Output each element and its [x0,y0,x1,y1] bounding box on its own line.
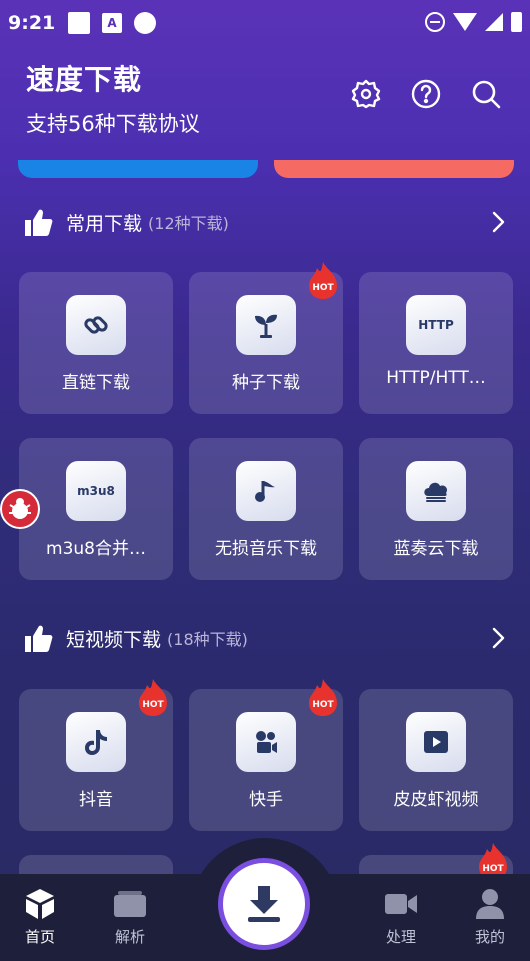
http-icon: HTTP [406,295,466,355]
video-camera-icon [381,886,421,922]
user-icon [470,886,510,922]
wifi-icon [453,13,477,31]
card-label: 抖音 [79,790,113,810]
card-label: 无损音乐下载 [215,539,317,559]
hot-badge-icon: HOT [309,679,337,716]
card-label: 快手 [249,790,283,810]
card-label: 蓝奏云下载 [393,539,479,559]
sprout-icon [236,295,296,355]
cube-icon [20,886,60,922]
card-kuaishou[interactable]: 快手 HOT [189,679,343,831]
m3u8-icon: m3u8 [66,461,126,521]
banner-blue[interactable] [18,160,258,178]
status-time: 9:21 [8,12,56,34]
chevron-right-icon [492,211,505,233]
card-peek[interactable]: HOT [359,843,513,880]
gear-icon [351,79,381,109]
section-count: (12种下载) [148,214,229,233]
dnd-icon [425,12,445,32]
card-douyin[interactable]: 抖音 HOT [19,679,173,831]
search-button[interactable] [470,78,502,110]
header-actions [350,78,502,110]
page-title: 速度下载 [26,63,143,96]
settings-button[interactable] [350,78,382,110]
section-count: (18种下载) [167,630,248,649]
nav-mine[interactable]: 我的 [460,886,520,947]
folder-icon [110,886,150,922]
svg-text:HOT: HOT [142,700,164,710]
chevron-right-icon [492,627,505,649]
card-label: 种子下载 [232,373,300,393]
notification-square-icon [68,12,90,34]
svg-text:HOT: HOT [312,700,334,710]
header: 速度下载 支持56种下载协议 [26,58,200,138]
bug-icon [9,498,31,519]
nav-process[interactable]: 处理 [371,886,431,947]
svg-text:HOT: HOT [312,283,334,293]
card-http[interactable]: HTTP HTTP/HTT… [359,272,513,414]
card-peek[interactable] [19,855,173,875]
battery-icon [511,12,522,32]
download-icon [248,886,280,922]
tiktok-icon [66,712,126,772]
card-label: 直链下载 [62,373,130,393]
card-label: HTTP/HTT… [386,368,486,388]
card-torrent[interactable]: 种子下载 HOT [189,262,343,414]
section-title: 短视频下载 [66,628,162,651]
thumbs-up-icon [25,209,53,236]
notification-a-icon: A [102,13,122,33]
page-subtitle: 支持56种下载协议 [26,112,200,136]
section-title: 常用下载 [66,212,143,235]
floating-assistant-button[interactable] [0,489,40,529]
card-lanzou-cloud[interactable]: 蓝奏云下载 [359,438,513,580]
nav-label: 首页 [24,928,55,946]
thumbs-up-icon [25,625,53,652]
help-button[interactable] [410,78,442,110]
status-icons [425,12,522,32]
question-icon [411,79,441,109]
card-pipixia[interactable]: 皮皮虾视频 [359,689,513,831]
notification-circle-icon [134,12,156,34]
nav-parse[interactable]: 解析 [100,886,160,947]
nav-label: 处理 [385,928,416,946]
card-label: m3u8合并… [46,539,146,559]
nav-home[interactable]: 首页 [10,886,70,947]
section-header-common[interactable]: 常用下载 (12种下载) [22,202,512,242]
play-icon [406,712,466,772]
nav-label: 我的 [474,928,505,946]
search-icon [472,80,501,109]
link-icon [66,295,126,355]
card-direct-link[interactable]: 直链下载 [19,272,173,414]
svg-text:HOT: HOT [482,864,504,874]
section-header-short-video[interactable]: 短视频下载 (18种下载) [22,618,512,658]
hot-badge-icon: HOT [139,679,167,716]
kuaishou-icon [236,712,296,772]
card-label: 皮皮虾视频 [393,790,479,810]
status-bar: 9:21 A [0,0,530,46]
nav-label: 解析 [114,928,145,946]
signal-icon [485,13,503,31]
banner-red[interactable] [274,160,514,178]
music-note-icon [236,461,296,521]
card-lossless-music[interactable]: 无损音乐下载 [189,438,343,580]
download-fab-button[interactable] [218,858,310,950]
card-m3u8[interactable]: m3u8 m3u8合并… [19,438,173,580]
hot-badge-icon: HOT [309,262,337,299]
cloud-icon [406,461,466,521]
